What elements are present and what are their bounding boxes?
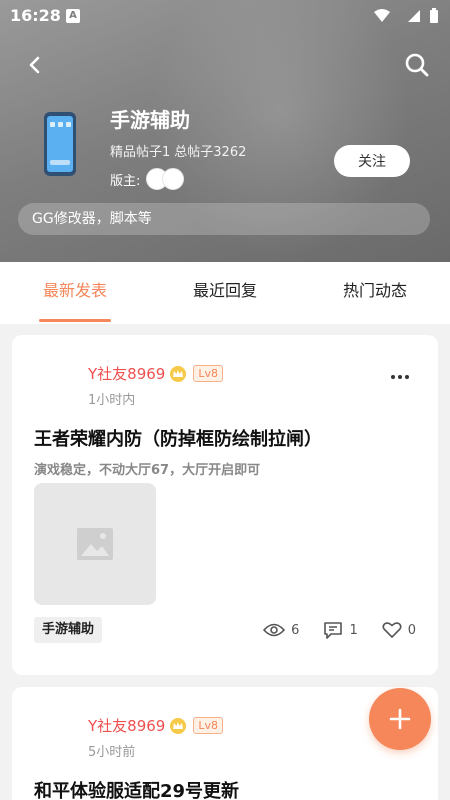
status-time: 16:28 [10,6,61,25]
post-title[interactable]: 和平体验服适配29号更新 [34,777,239,800]
level-badge: Lv8 [193,717,223,734]
post-time: 1小时内 [88,393,136,408]
heart-icon [382,622,402,638]
status-bar: 16:28 A [0,0,450,32]
tab-latest[interactable]: 最新发表 [0,262,150,324]
more-icon[interactable] [390,373,410,381]
post-tag[interactable]: 手游辅助 [34,617,103,643]
moderator-avatars[interactable] [146,168,185,190]
tab-hot[interactable]: 热门动态 [300,262,450,324]
forum-header: 16:28 A 手游辅助 精品帖子1 总帖子3262 版主: 关注 GG修改器，… [0,0,450,262]
likes-stat[interactable]: 0 [382,621,416,639]
moderator-label: 版主: [110,173,141,189]
post-author[interactable]: Y社友8969 Lv8 [88,715,223,736]
moderator-row: 版主: [110,168,185,190]
forum-description: GG修改器，脚本等 [18,203,430,235]
crown-badge-icon [170,717,187,734]
post-card[interactable]: Y社友8969 Lv8 1小时内 王者荣耀内防（防掉框防绘制拉闸） 演戏稳定，不… [12,335,438,675]
search-button[interactable] [402,50,432,80]
comments-count: 1 [349,622,358,638]
image-placeholder-icon [77,528,113,560]
tab-recent-reply[interactable]: 最近回复 [150,262,300,324]
username[interactable]: Y社友8969 [88,363,165,384]
post-stats: 6 1 0 [239,621,416,639]
tab-bar: 最新发表 最近回复 热门动态 [0,262,450,324]
views-stat: 6 [263,622,299,638]
forum-stats: 精品帖子1 总帖子3262 [110,141,250,160]
phone-app-icon [44,112,76,176]
back-button[interactable] [20,50,50,80]
post-time: 5小时前 [88,745,136,760]
follow-button[interactable]: 关注 [334,145,410,177]
status-icons [374,8,438,23]
avatar[interactable] [162,168,185,190]
forum-title: 手游辅助 [110,108,190,132]
notification-icon: A [66,9,80,23]
comments-stat[interactable]: 1 [323,621,358,639]
new-post-fab[interactable] [369,688,431,750]
back-icon [29,56,40,74]
search-icon [405,53,429,77]
level-badge: Lv8 [193,365,223,382]
likes-count: 0 [407,622,416,638]
crown-badge-icon [170,365,187,382]
comment-icon [324,622,343,639]
username[interactable]: Y社友8969 [88,715,165,736]
post-image[interactable] [34,483,156,605]
views-count: 6 [291,622,300,638]
post-excerpt: 演戏稳定，不动大厅67，大厅开启即可 [34,463,261,478]
post-title[interactable]: 王者荣耀内防（防掉框防绘制拉闸） [34,425,322,451]
eye-icon [263,623,286,637]
plus-icon [389,708,411,730]
post-author[interactable]: Y社友8969 Lv8 [88,363,223,384]
featured-count: 精品帖子1 [110,145,171,160]
total-count: 总帖子3262 [174,145,247,160]
